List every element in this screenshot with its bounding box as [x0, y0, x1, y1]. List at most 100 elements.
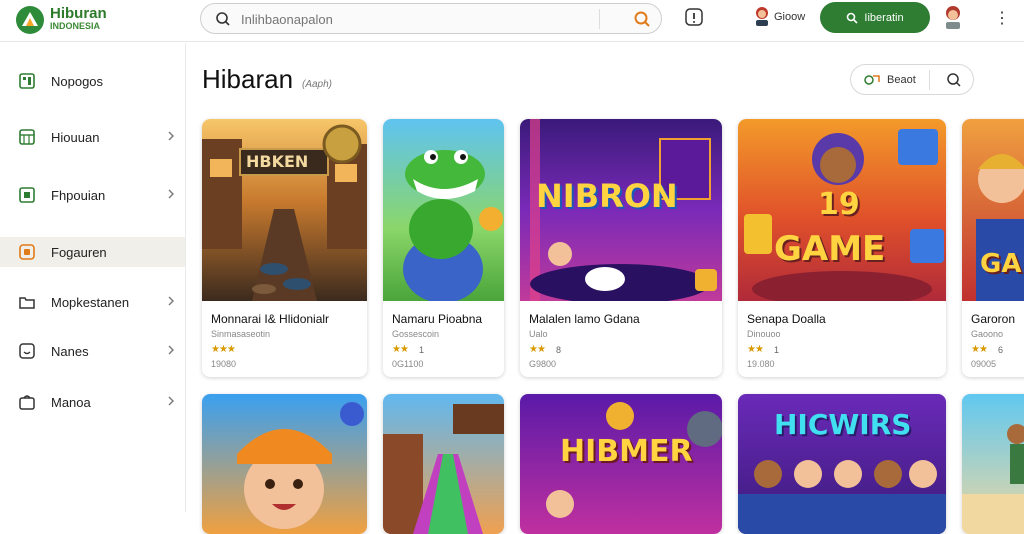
sidebar-item-nanes[interactable]: Nanes	[0, 336, 185, 366]
search-icon	[847, 12, 858, 24]
game-card[interactable]: HBKEN Monnarai I& Hlidonialr Sinmasaseot…	[202, 119, 367, 377]
bag-icon	[19, 395, 35, 410]
game-card[interactable]	[962, 394, 1024, 534]
smiley-icon	[19, 343, 35, 359]
game-thumbnail[interactable]: GA	[962, 119, 1024, 301]
play-count: 0G1100	[392, 359, 424, 369]
sidebar-item-fhpouian[interactable]: Fhpouian	[0, 180, 185, 210]
game-card[interactable]: 19 GAME Senapa Doalla Dinouoo ★★ 1 19.08…	[738, 119, 946, 377]
game-thumbnail[interactable]	[962, 394, 1024, 534]
page-title: Hibaran	[202, 64, 294, 94]
card-subtitle: Gaoono	[971, 329, 1004, 339]
sidebar: Nopogos Hiouuan Fhpouian Fogauren Mopkes…	[0, 43, 186, 512]
card-title: Garoron	[971, 312, 1016, 326]
chevron-right-icon	[168, 131, 174, 141]
game-card[interactable]	[383, 394, 504, 534]
top-header: Hiburan INDONESIA Gioow Iiberatin	[0, 0, 1024, 42]
game-thumbnail[interactable]: NIBRON	[520, 119, 722, 301]
sidebar-item-label: Fogauren	[51, 245, 107, 260]
game-thumbnail[interactable]: 19 GAME	[738, 119, 946, 301]
card-subtitle: Sinmasaseotin	[211, 329, 271, 339]
thumbnail-title: GAME	[774, 229, 886, 269]
sidebar-item-label: Mopkestanen	[51, 295, 130, 310]
card-title: Monnarai I& Hlidonialr	[211, 312, 330, 326]
calendar-icon	[19, 129, 35, 145]
game-thumbnail[interactable]	[383, 119, 504, 301]
rating-stars: ★★★	[211, 344, 236, 355]
game-thumbnail[interactable]	[202, 394, 367, 534]
brand-subtitle: INDONESIA	[50, 21, 101, 31]
card-subtitle: Dinouoo	[747, 329, 781, 339]
sidebar-item-label: Fhpouian	[51, 188, 106, 203]
sidebar-item-manoa[interactable]: Manoa	[0, 387, 185, 417]
thumbnail-title: HIBMER	[560, 434, 693, 469]
rating-stars: ★★	[747, 344, 764, 355]
gamepad-icon	[19, 244, 35, 260]
thumbnail-title: HBKEN	[246, 152, 309, 171]
brand-logo-icon[interactable]	[14, 4, 46, 36]
rating-value: 6	[998, 345, 1004, 355]
brand-title: Hiburan	[50, 5, 107, 22]
rating-value: 8	[556, 345, 562, 355]
page-subtitle: (Aaph)	[302, 79, 333, 90]
thumbnail-title: HICWIRS	[774, 408, 912, 441]
rating-value: 1	[419, 345, 425, 355]
thumbnail-art	[403, 150, 503, 301]
thumbnail-number: 19	[818, 187, 860, 222]
notification-icon[interactable]	[683, 6, 705, 28]
game-card[interactable]: Namaru Pioabna Gossescoin ★★ 1 0G1100	[383, 119, 504, 377]
sidebar-item-label: Nanes	[51, 344, 89, 359]
sidebar-item-hiouuan[interactable]: Hiouuan	[0, 122, 185, 152]
chevron-right-icon	[168, 345, 174, 355]
filter-divider	[929, 70, 930, 90]
chevron-right-icon	[168, 296, 174, 306]
game-card[interactable]: GA Garoron Gaoono ★★ 6 09005	[962, 119, 1024, 377]
profile-avatar-icon[interactable]	[941, 4, 965, 30]
user-avatar-icon[interactable]	[752, 5, 772, 27]
sidebar-item-nopogos[interactable]: Nopogos	[0, 66, 185, 96]
search-icon	[216, 12, 230, 26]
brand-name[interactable]: Hiburan INDONESIA	[50, 6, 107, 31]
game-thumbnail[interactable]	[383, 394, 504, 534]
game-card[interactable]: HICWIRS	[738, 394, 946, 534]
sidebar-item-label: Manoa	[51, 395, 91, 410]
search-lens-icon[interactable]	[633, 10, 651, 28]
rating-stars: ★★	[529, 344, 546, 355]
sidebar-item-label: Hiouuan	[51, 130, 100, 145]
search-icon[interactable]	[946, 72, 962, 88]
more-options-icon[interactable]: ⋮	[994, 8, 1010, 28]
play-count: 19.080	[747, 359, 775, 369]
rating-stars: ★★	[392, 344, 409, 355]
game-card[interactable]: HIBMER	[520, 394, 722, 534]
user-name[interactable]: Gioow	[774, 11, 805, 23]
rating-stars: ★★	[971, 344, 988, 355]
grid-icon	[19, 73, 35, 89]
folder-icon	[19, 297, 35, 309]
thumbnail-art	[202, 124, 367, 301]
rating-value: 1	[774, 345, 780, 355]
chevron-right-icon	[168, 396, 174, 406]
game-thumbnail[interactable]: HBKEN	[202, 119, 367, 301]
card-subtitle: Ualo	[529, 329, 548, 339]
signin-button[interactable]: Iiberatin	[820, 2, 930, 33]
filter-label: Beaot	[887, 74, 916, 86]
chevron-right-icon	[168, 189, 174, 199]
sidebar-item-fogauren[interactable]: Fogauren	[0, 237, 185, 267]
signin-label: Iiberatin	[864, 11, 904, 24]
search-divider	[599, 9, 600, 29]
play-count: 19080	[211, 359, 237, 369]
game-card[interactable]	[202, 394, 367, 534]
search-input[interactable]	[241, 8, 601, 30]
card-title: Senapa Doalla	[747, 312, 826, 326]
filter-bar[interactable]: Beaot	[850, 64, 974, 95]
card-title: Namaru Pioabna	[392, 312, 483, 326]
thumbnail-title: NIBRON	[536, 177, 678, 215]
leaf-icon	[864, 75, 880, 85]
play-count: 09005	[971, 359, 997, 369]
search-bar[interactable]	[200, 3, 662, 34]
sidebar-item-mopkestanen[interactable]: Mopkestanen	[0, 287, 185, 317]
game-card[interactable]: NIBRON Malalen lamo Gdana Ualo ★★ 8 G980…	[520, 119, 722, 377]
play-count: G9800	[529, 359, 557, 369]
square-icon	[19, 187, 35, 203]
card-subtitle: Gossescoin	[392, 329, 440, 339]
